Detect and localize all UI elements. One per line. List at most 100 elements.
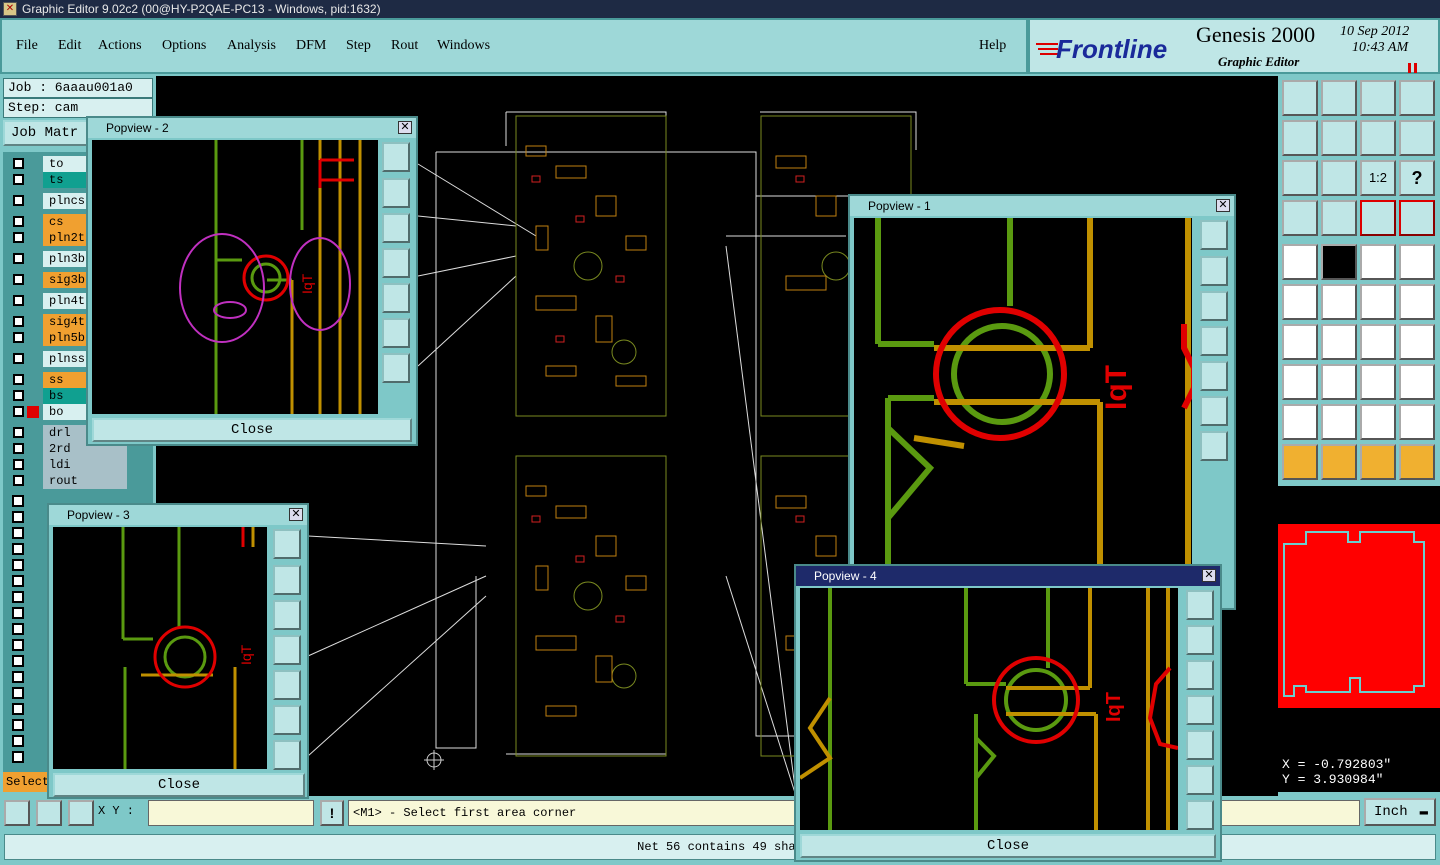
popview-2-titlebar[interactable]: Popview - 2 [88,118,416,138]
menu-help[interactable]: Help [979,38,1006,54]
layer-checkbox[interactable] [13,158,24,169]
layer-checkbox[interactable] [13,174,24,185]
layer-checkbox[interactable] [13,274,24,285]
pop-pan-up-icon[interactable] [273,565,301,595]
pop-pan-left-icon[interactable] [273,635,301,665]
layer-checkbox[interactable] [13,353,24,364]
triangle-a-icon[interactable] [1282,404,1318,440]
close-icon[interactable]: ✕ [289,508,303,521]
xy-input[interactable] [148,800,314,826]
popview-2-close-button[interactable]: Close [92,418,412,442]
layer-checkbox[interactable] [13,232,24,243]
pop-pan-right-icon[interactable] [382,283,410,313]
zoom-area-icon[interactable] [4,800,30,826]
redraw-icon[interactable] [1399,120,1435,156]
pop-zoom-icon[interactable] [273,529,301,559]
popview-3-titlebar[interactable]: Popview - 3 [49,505,307,525]
pop-zoom-out-icon[interactable] [273,740,301,770]
cross-icon[interactable] [1321,284,1357,320]
pad-select-icon[interactable] [1282,364,1318,400]
via-move-icon[interactable] [1360,284,1396,320]
layer-checkbox[interactable] [13,332,24,343]
popview-2-canvas[interactable]: IqT [92,140,378,414]
popview-1-titlebar[interactable]: Popview - 1 [850,196,1234,216]
zoom-reset-icon[interactable] [36,800,62,826]
layer-checkbox[interactable] [13,316,24,327]
popview-4-canvas[interactable]: IqT [800,588,1178,830]
draw-line-icon[interactable] [1321,244,1357,280]
pointer-select-icon[interactable] [1360,444,1396,480]
layer-checkbox[interactable] [13,195,24,206]
overview-panel[interactable] [1278,486,1440,752]
pan-right-icon[interactable] [1321,120,1357,156]
menu-file[interactable]: File [16,38,38,54]
pop-pan-up-icon[interactable] [1186,625,1214,655]
alert-icon[interactable]: ! [320,800,344,826]
pop-zoom-in-icon[interactable] [273,705,301,735]
pop-zoom-icon[interactable] [1186,590,1214,620]
popview-4-titlebar[interactable]: Popview - 4 [796,566,1220,586]
layer-checkbox[interactable] [13,295,24,306]
pop-pan-left-icon[interactable] [382,248,410,278]
pop-pan-left-icon[interactable] [1186,695,1214,725]
mirror-text-icon[interactable] [1399,324,1435,360]
pop-pan-down-icon[interactable] [273,600,301,630]
scissors-icon[interactable] [1282,200,1318,236]
scale-1-2-icon[interactable]: 1:2 [1360,160,1396,196]
via-add-icon[interactable] [1399,284,1435,320]
triangle-d-icon[interactable] [1399,404,1435,440]
pop-zoom-out-icon[interactable] [1186,800,1214,830]
group-icon[interactable] [1399,364,1435,400]
close-icon[interactable]: ✕ [398,121,412,134]
arc-icon[interactable] [1360,324,1396,360]
pop-pan-left-icon[interactable] [1200,326,1228,356]
pop-pan-down-icon[interactable] [1200,291,1228,321]
pop-zoom-out-icon[interactable] [1200,431,1228,461]
home-icon[interactable] [1360,80,1396,116]
pointer-icon[interactable] [1282,444,1318,480]
pop-pan-right-icon[interactable] [1200,361,1228,391]
popview-4-close-button[interactable]: Close [800,834,1216,858]
pad-icon[interactable] [1399,244,1435,280]
layer-checkbox[interactable] [13,475,24,486]
pop-zoom-icon[interactable] [382,142,410,172]
popview-1-canvas[interactable]: IqT [854,218,1192,608]
menu-windows[interactable]: Windows [437,38,490,54]
pop-pan-down-icon[interactable] [1186,660,1214,690]
pause-icon[interactable] [1408,60,1418,73]
menu-rout[interactable]: Rout [391,38,418,54]
pop-zoom-in-icon[interactable] [1186,765,1214,795]
zoom-down-icon[interactable] [1321,80,1357,116]
net-highlight-icon[interactable] [1360,200,1396,236]
swap-icon[interactable] [1360,120,1396,156]
layer-row-ldi[interactable]: ldi [9,457,127,473]
layer-checkbox[interactable] [13,374,24,385]
close-icon[interactable]: ✕ [1216,199,1230,212]
pop-pan-right-icon[interactable] [1186,730,1214,760]
edit-move-icon[interactable] [1282,244,1318,280]
layer-checkbox[interactable] [13,253,24,264]
connect-icon[interactable] [1282,284,1318,320]
line-color-icon[interactable] [1321,364,1357,400]
pan-left-icon[interactable] [1282,120,1318,156]
menu-analysis[interactable]: Analysis [227,38,276,54]
pointer-route-icon[interactable] [1399,444,1435,480]
close-icon[interactable]: ✕ [1202,569,1216,582]
angle-icon[interactable] [1282,324,1318,360]
grid-icon[interactable] [68,800,94,826]
pop-zoom-out-icon[interactable] [382,353,410,383]
help-icon[interactable]: ? [1399,160,1435,196]
menu-options[interactable]: Options [162,38,206,54]
menu-edit[interactable]: Edit [58,38,81,54]
triangle-c-icon[interactable] [1360,404,1396,440]
layer-row-rout[interactable]: rout [9,473,127,489]
units-dropdown[interactable]: Inch ▬ [1364,798,1436,826]
pop-pan-down-icon[interactable] [382,213,410,243]
menu-dfm[interactable]: DFM [296,38,326,54]
center-icon[interactable] [1321,160,1357,196]
net-select-icon[interactable] [1399,200,1435,236]
popview-3-canvas[interactable]: IqT [53,527,267,769]
layer-checkbox[interactable] [13,459,24,470]
layer-checkbox[interactable] [13,427,24,438]
measure-icon[interactable] [1360,364,1396,400]
